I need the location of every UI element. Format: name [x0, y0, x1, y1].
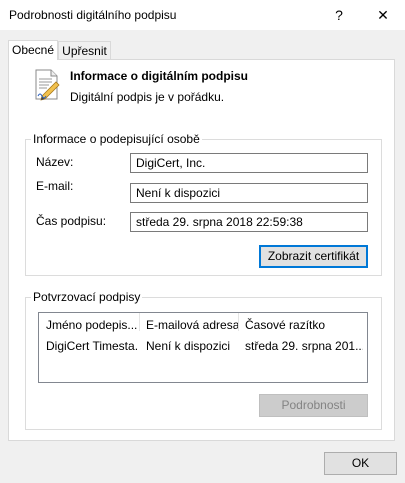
ok-button[interactable]: OK: [324, 452, 397, 475]
column-header-email[interactable]: E-mailová adresa:: [146, 318, 238, 332]
help-button[interactable]: ?: [317, 0, 361, 30]
row-email[interactable]: Není k dispozici: [146, 339, 238, 353]
tab-general[interactable]: Obecné: [8, 40, 58, 60]
info-status: Digitální podpis je v pořádku.: [70, 90, 225, 104]
signer-group-legend: Informace o podepisující osobě: [31, 132, 202, 146]
column-header-timestamp[interactable]: Časové razítko: [245, 318, 360, 332]
signing-time-label: Čas podpisu:: [36, 214, 107, 228]
countersignatures-legend: Potvrzovací podpisy: [31, 290, 143, 304]
tab-advanced[interactable]: Upřesnit: [58, 41, 111, 60]
details-button[interactable]: Podrobnosti: [259, 394, 368, 417]
window-title: Podrobnosti digitálního podpisu: [9, 8, 177, 22]
column-divider[interactable]: [139, 313, 140, 331]
name-field[interactable]: DigiCert, Inc.: [130, 153, 368, 173]
email-label: E-mail:: [36, 179, 74, 193]
row-signer-name[interactable]: DigiCert Timesta...: [46, 339, 138, 353]
email-field[interactable]: Není k dispozici: [130, 183, 368, 203]
close-button[interactable]: ✕: [361, 0, 405, 30]
name-label: Název:: [36, 155, 74, 169]
row-timestamp[interactable]: středa 29. srpna 201...: [245, 339, 363, 353]
info-heading: Informace o digitálním podpisu: [70, 69, 249, 83]
signed-document-icon: [33, 69, 61, 101]
view-certificate-button[interactable]: Zobrazit certifikát: [259, 245, 368, 268]
signing-time-field[interactable]: středa 29. srpna 2018 22:59:38: [130, 212, 368, 232]
column-header-name[interactable]: Jméno podepis...: [46, 318, 138, 332]
column-divider[interactable]: [238, 313, 239, 331]
